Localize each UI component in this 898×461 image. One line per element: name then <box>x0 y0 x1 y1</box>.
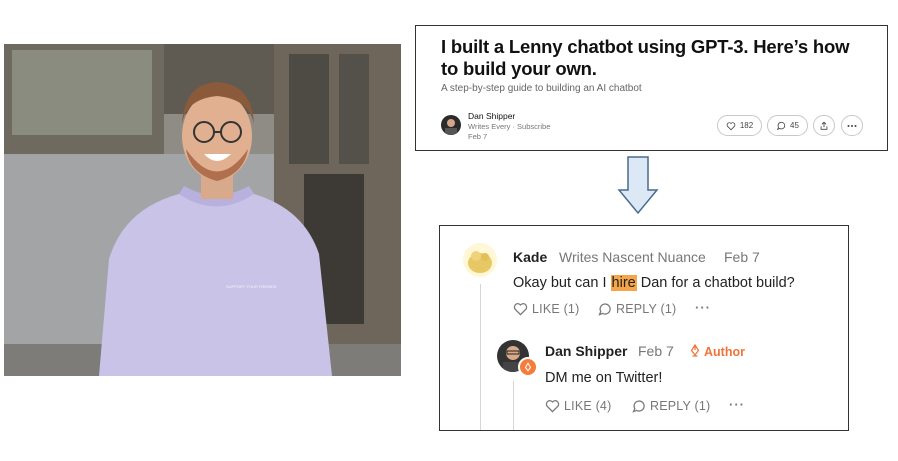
post-title[interactable]: I built a Lenny chatbot using GPT-3. Her… <box>441 36 871 80</box>
author-badge-icon <box>518 357 538 377</box>
post-date: Feb 7 <box>468 132 488 141</box>
pen-icon <box>689 343 701 360</box>
like-count: 182 <box>739 121 754 130</box>
comment-button[interactable]: 45 <box>767 115 808 136</box>
like-button[interactable]: 182 <box>717 115 762 136</box>
comment-like-button[interactable]: LIKE (1) <box>513 302 579 316</box>
heart-icon <box>545 399 560 413</box>
comment-thread: Kade Writes Nascent Nuance Feb 7 Okay bu… <box>439 225 849 431</box>
commenter-avatar[interactable] <box>463 243 497 277</box>
share-icon <box>819 121 829 131</box>
down-arrow <box>617 155 659 220</box>
author-avatar[interactable] <box>441 115 461 135</box>
comment-bubble-icon <box>597 302 612 316</box>
heart-icon <box>726 121 736 131</box>
comment-body: Okay but can I hire Dan for a chatbot bu… <box>513 275 795 291</box>
comment-more-button[interactable]: ··· <box>695 300 711 315</box>
comment-reply-button[interactable]: REPLY (1) <box>631 399 710 413</box>
post-card: I built a Lenny chatbot using GPT-3. Her… <box>415 25 888 151</box>
comment-like-button[interactable]: LIKE (4) <box>545 399 611 413</box>
comment-more-button[interactable]: ··· <box>729 397 745 412</box>
comment-bubble-icon <box>631 399 646 413</box>
author-publication[interactable]: Writes Every · Subscribe <box>468 122 550 131</box>
comment-bubble-icon <box>776 121 786 131</box>
commenter-name[interactable]: Kade <box>513 249 547 265</box>
author-name[interactable]: Dan Shipper <box>468 111 515 121</box>
commenter-name[interactable]: Dan Shipper <box>545 343 627 359</box>
svg-text:SUPPORT YOUR FRIENDS: SUPPORT YOUR FRIENDS <box>226 284 277 289</box>
comment-date[interactable]: Feb 7 <box>638 343 674 359</box>
comment-date[interactable]: Feb 7 <box>724 249 760 265</box>
thread-line <box>480 284 481 430</box>
highlighted-word: hire <box>610 275 637 291</box>
share-button[interactable] <box>813 115 835 136</box>
heart-icon <box>513 302 528 316</box>
more-button[interactable] <box>841 115 863 136</box>
commenter-publication[interactable]: Writes Nascent Nuance <box>559 249 706 265</box>
comment-body: DM me on Twitter! <box>545 370 663 386</box>
thread-line <box>513 381 514 430</box>
comment-count: 45 <box>790 121 799 130</box>
comment-reply-button[interactable]: REPLY (1) <box>597 302 676 316</box>
profile-photo: SUPPORT YOUR FRIENDS <box>4 44 401 376</box>
more-icon <box>847 124 857 128</box>
post-subtitle: A step-by-step guide to building an AI c… <box>441 83 642 94</box>
author-label: Author <box>689 343 745 360</box>
